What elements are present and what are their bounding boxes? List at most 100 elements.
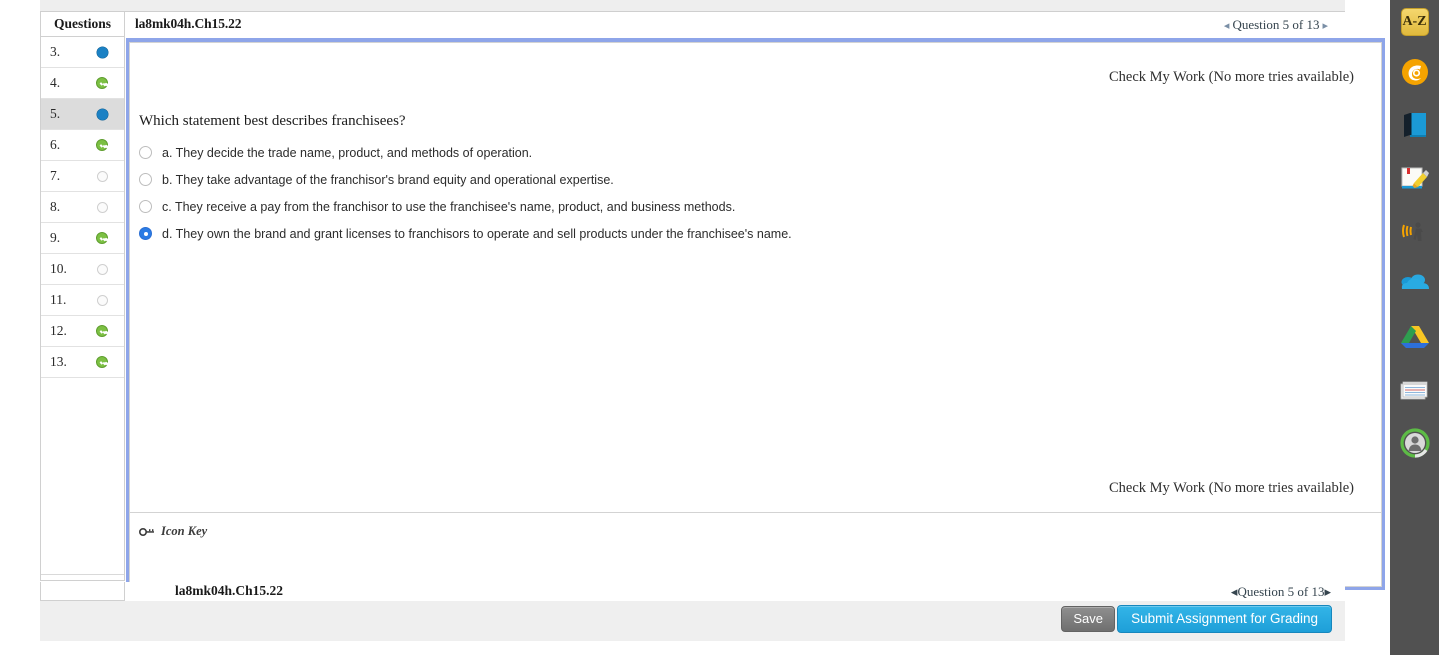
icon-key-label: Icon Key — [161, 524, 208, 538]
status-complete-icon — [87, 325, 117, 337]
footer-assignment-title: la8mk04h.Ch15.22 — [175, 583, 284, 598]
answer-option[interactable]: b. They take advantage of the franchisor… — [139, 166, 1339, 193]
toolbar-item-profile[interactable] — [1390, 421, 1439, 470]
question-row[interactable]: 11. — [41, 285, 124, 316]
screen: Questions la8mk04h.Ch15.22 ◂ Question 5 o… — [0, 0, 1439, 655]
status-complete-icon — [87, 356, 117, 368]
question-row[interactable]: 10. — [41, 254, 124, 285]
question-body: Check My Work (No more tries available) … — [129, 42, 1382, 513]
ebook-icon — [1401, 112, 1429, 143]
status-unanswered-icon — [87, 294, 117, 306]
footer-pager-label: Question 5 of 13 — [1237, 584, 1325, 599]
assignment-title: la8mk04h.Ch15.22 — [135, 16, 242, 31]
right-toolbar: A-Z — [1390, 0, 1439, 655]
toolbar-item-cengage[interactable] — [1390, 50, 1439, 99]
highlighter-notes-icon — [1400, 165, 1430, 196]
toolbar-item-onedrive[interactable] — [1390, 262, 1439, 311]
question-row[interactable]: 6. — [41, 130, 124, 161]
status-in-progress-icon — [87, 46, 117, 58]
answer-option[interactable]: d. They own the brand and grant licenses… — [139, 220, 1339, 247]
question-row-number: 8. — [50, 199, 61, 214]
question-row-number: 4. — [50, 75, 61, 90]
icon-key-strip: Icon Key — [129, 513, 1382, 587]
status-complete-icon — [87, 232, 117, 244]
action-bar: Save Submit Assignment for Grading — [40, 601, 1345, 641]
question-row-number: 13. — [50, 354, 67, 369]
questions-list: 3. 4. 5. 6. 7. 8. 9. 10. 11. 12. 13. — [40, 37, 125, 581]
question-row[interactable]: 3. — [41, 37, 124, 68]
question-row[interactable]: 5. — [41, 99, 124, 130]
status-glyph — [96, 170, 108, 182]
answer-option[interactable]: c. They receive a pay from the franchiso… — [139, 193, 1339, 220]
question-row-number: 12. — [50, 323, 67, 338]
answer-option-label: c. They receive a pay from the franchiso… — [162, 199, 736, 214]
radio-button-icon[interactable] — [139, 200, 152, 213]
key-icon — [138, 526, 155, 538]
status-glyph — [96, 232, 108, 244]
footer-question-pager: ◂Question 5 of 13▸ — [1231, 584, 1331, 600]
flashcards-icon — [1400, 378, 1430, 407]
toolbar-item-highlighter[interactable] — [1390, 156, 1439, 205]
pager-prev-icon[interactable]: ◂ — [1221, 20, 1233, 32]
answer-option-label: a. They decide the trade name, product, … — [162, 145, 533, 160]
question-row-number: 5. — [50, 106, 61, 121]
onedrive-icon — [1399, 273, 1431, 300]
question-prompt: Which statement best describes franchise… — [139, 113, 406, 129]
quiz-panel: Questions la8mk04h.Ch15.22 ◂ Question 5 o… — [40, 12, 1385, 601]
status-in-progress-icon — [87, 108, 117, 120]
save-button[interactable]: Save — [1061, 606, 1115, 632]
icon-key-link[interactable]: Icon Key — [138, 524, 208, 539]
radio-button-icon[interactable] — [139, 146, 152, 159]
toolbar-item-google-drive[interactable] — [1390, 315, 1439, 364]
google-drive-icon — [1400, 324, 1430, 355]
answer-option-label: b. They take advantage of the franchisor… — [162, 172, 614, 187]
status-complete-icon — [87, 139, 117, 151]
radio-button-icon[interactable] — [139, 227, 152, 240]
status-glyph — [96, 294, 108, 306]
question-pager: ◂ Question 5 of 13 ▸ — [1221, 17, 1331, 33]
status-glyph — [96, 77, 108, 89]
check-my-work-bottom[interactable]: Check My Work (No more tries available) — [1109, 480, 1354, 497]
footer-assignment-cell: la8mk04h.Ch15.22 ◂Question 5 of 13▸ — [125, 582, 1345, 601]
questions-column-header: Questions — [40, 12, 125, 37]
question-row[interactable]: 4. — [41, 68, 124, 99]
status-unanswered-icon — [87, 263, 117, 275]
questions-list-filler — [41, 378, 124, 575]
footer-pager-next-icon[interactable]: ▸ — [1324, 584, 1331, 599]
pager-next-icon[interactable]: ▸ — [1319, 20, 1331, 32]
panel-footer-row: la8mk04h.Ch15.22 ◂Question 5 of 13▸ — [40, 582, 1345, 601]
question-row[interactable]: 8. — [41, 192, 124, 223]
status-glyph — [96, 46, 108, 58]
dictionary-az-icon: A-Z — [1400, 7, 1429, 36]
question-row-number: 9. — [50, 230, 61, 245]
toolbar-item-dictionary[interactable]: A-Z — [1390, 0, 1439, 46]
toolbar-item-flashcards[interactable] — [1390, 368, 1439, 417]
question-row[interactable]: 7. — [41, 161, 124, 192]
question-row[interactable]: 12. — [41, 316, 124, 347]
pager-label: Question 5 of 13 — [1232, 17, 1320, 32]
status-complete-icon — [87, 77, 117, 89]
status-glyph — [96, 201, 108, 213]
cengage-logo-icon — [1401, 58, 1429, 91]
toolbar-item-ebook[interactable] — [1390, 103, 1439, 152]
question-row-number: 10. — [50, 261, 67, 276]
submit-assignment-button[interactable]: Submit Assignment for Grading — [1117, 605, 1332, 633]
check-my-work-top[interactable]: Check My Work (No more tries available) — [1109, 69, 1354, 86]
answer-options: a. They decide the trade name, product, … — [139, 139, 1339, 247]
question-row-number: 7. — [50, 168, 61, 183]
question-row-number: 11. — [50, 292, 67, 307]
radio-button-icon[interactable] — [139, 173, 152, 186]
toolbar-item-read-aloud[interactable] — [1390, 209, 1439, 258]
status-unanswered-icon — [87, 170, 117, 182]
question-row[interactable]: 9. — [41, 223, 124, 254]
question-row[interactable]: 13. — [41, 347, 124, 378]
status-glyph — [96, 263, 108, 275]
question-content-frame: Check My Work (No more tries available) … — [126, 38, 1385, 590]
user-profile-avatar — [1399, 428, 1430, 463]
question-row-number: 6. — [50, 137, 61, 152]
answer-option-label: d. They own the brand and grant licenses… — [162, 226, 792, 241]
answer-option[interactable]: a. They decide the trade name, product, … — [139, 139, 1339, 166]
assignment-header: la8mk04h.Ch15.22 ◂ Question 5 of 13 ▸ — [125, 12, 1345, 37]
status-glyph — [96, 325, 108, 337]
status-unanswered-icon — [87, 201, 117, 213]
